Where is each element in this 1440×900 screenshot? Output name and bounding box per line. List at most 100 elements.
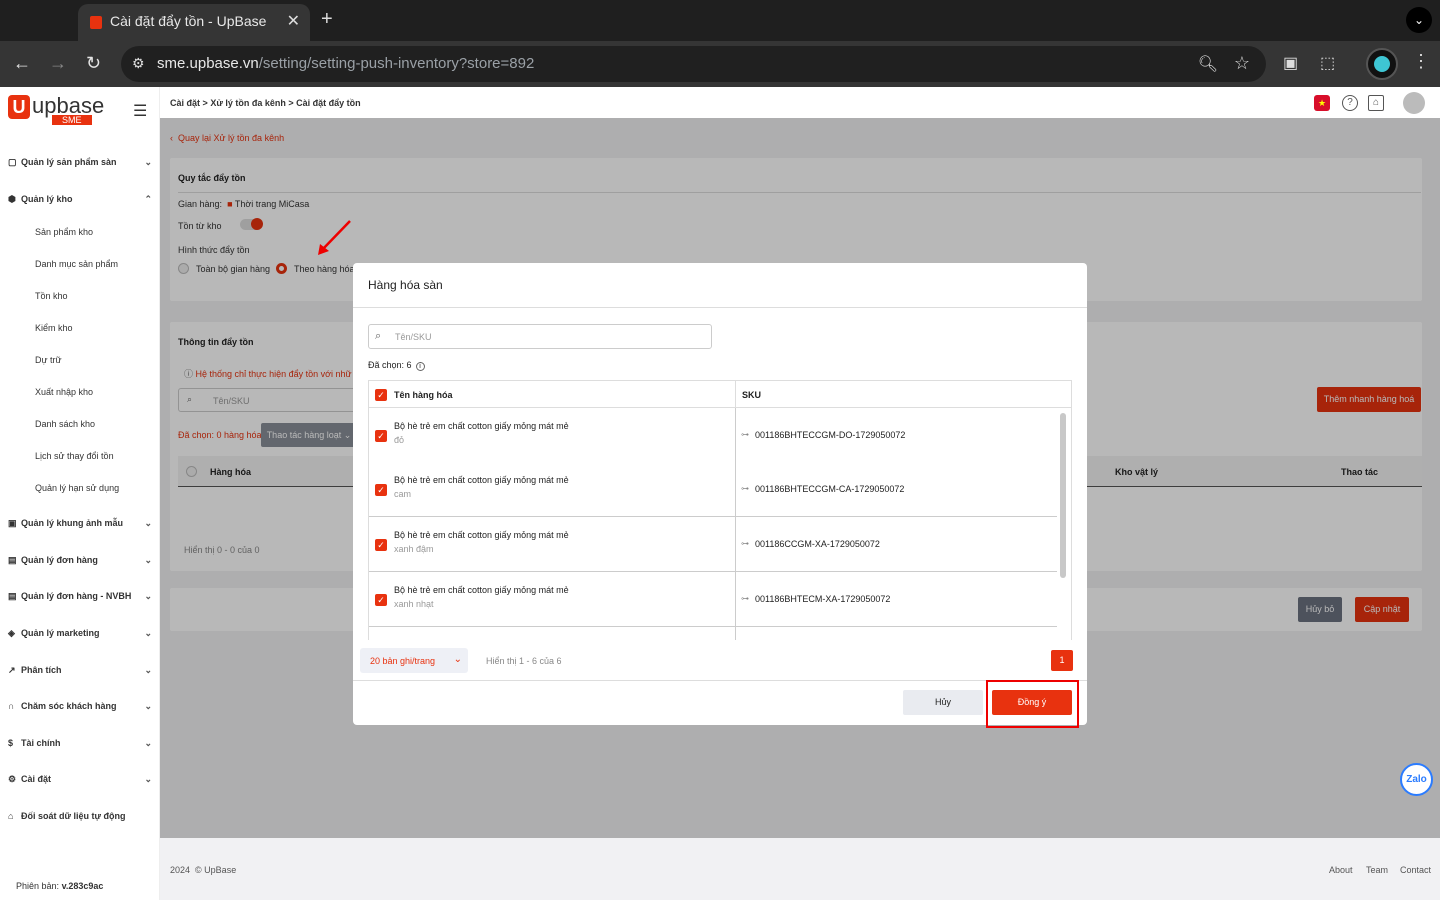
hamburger-menu-icon[interactable]: ☰ (133, 101, 147, 121)
link-icon: ⊶ (741, 539, 749, 548)
sidebar-item-label: Chăm sóc khách hàng (21, 701, 117, 711)
profile-avatar-icon[interactable] (1366, 48, 1398, 80)
sidebar-sub-item[interactable]: Xuất nhập kho (35, 387, 93, 397)
sidebar-sub-item[interactable]: Danh mục sản phẩm (35, 259, 118, 269)
row-checkbox[interactable]: ✓ (375, 430, 387, 442)
sidebar-sub-item[interactable]: Tồn kho (35, 291, 68, 301)
extensions-icon[interactable]: ⬚ (1320, 53, 1335, 73)
row-checkbox[interactable]: ✓ (375, 539, 387, 551)
sidebar-item-analytics[interactable]: ↗ Phân tích ⌄ (8, 665, 154, 676)
page-1-button[interactable]: 1 (1051, 650, 1073, 671)
chevron-down-icon: ⌄ (144, 665, 152, 675)
footer-link-team[interactable]: Team (1366, 865, 1388, 875)
row-checkbox[interactable]: ✓ (375, 484, 387, 496)
breadcrumb-sep: > (288, 98, 294, 108)
top-bar: Cài đặt > Xử lý tồn đa kênh > Cài đặt đẩ… (160, 87, 1440, 118)
sidebar-sub-item[interactable]: Danh sách kho (35, 419, 95, 429)
breadcrumb-item[interactable]: Xử lý tồn đa kênh (210, 98, 286, 108)
sidebar-sub-item[interactable]: Dự trữ (35, 355, 62, 365)
modal-selected-count: Đã chọn: 6i (368, 360, 425, 371)
footer-link-contact[interactable]: Contact (1400, 865, 1431, 875)
back-icon[interactable]: ← (13, 53, 31, 74)
modal-footer-divider (353, 680, 1087, 681)
sidebar-item-channel-products[interactable]: ▢ Quản lý sản phẩm sàn ⌄ (8, 157, 154, 168)
modal-search-input[interactable]: ⌕ Tên/SKU (368, 324, 712, 349)
new-tab-icon[interactable]: + (321, 8, 333, 31)
sidebar-item-customer-care[interactable]: ∩ Chăm sóc khách hàng ⌄ (8, 701, 154, 711)
breadcrumb-item[interactable]: Cài đặt (170, 98, 200, 108)
headset-icon: ∩ (8, 701, 15, 711)
table-row[interactable]: ✓ Bộ hè trẻ em chất cotton giấy mỏng mát… (369, 572, 1057, 627)
row-variant: cam (394, 489, 412, 499)
sidebar-item-warehouse[interactable]: ⬢ Quản lý kho ⌃ (8, 194, 154, 205)
sidebar-sub-item[interactable]: Lịch sử thay đổi tồn (35, 451, 114, 461)
address-bar[interactable]: ⚙ sme.upbase.vn/setting/setting-push-inv… (121, 46, 1266, 82)
browser-tab[interactable]: Cài đặt đẩy tồn - UpBase ✕ (78, 4, 310, 41)
sidebar-item-frame-templates[interactable]: ▣ Quản lý khung ảnh mẫu ⌄ (8, 518, 154, 529)
sidebar-item-settings[interactable]: ⚙ Cài đặt ⌄ (8, 774, 154, 785)
warehouse-icon: ⬢ (8, 194, 16, 204)
chevron-down-icon: ⌄ (144, 555, 152, 565)
sidebar-sub-item[interactable]: Sản phẩm kho (35, 227, 93, 237)
modal-selected-text: Đã chọn: 6 (368, 360, 412, 370)
col-sku: SKU (742, 390, 762, 400)
image-frame-icon: ▣ (8, 518, 17, 528)
row-name: Bộ hè trẻ em chất cotton giấy mỏng mát m… (394, 475, 569, 485)
sidebar-item-finance[interactable]: $ Tài chính ⌄ (8, 738, 154, 748)
sidebar-sub-item[interactable]: Quản lý hạn sử dụng (35, 483, 119, 493)
tab-search-chevron-icon[interactable]: ⌄ (1406, 7, 1432, 33)
store-icon[interactable]: ⌂ (1368, 95, 1384, 111)
table-row-partial[interactable] (369, 627, 1057, 640)
site-settings-icon[interactable]: ⚙ (132, 55, 150, 73)
table-row[interactable]: ✓ Bộ hè trẻ em chất cotton giấy mỏng mát… (369, 517, 1057, 572)
chevron-up-icon: ⌃ (144, 194, 152, 204)
modal-table-header: ✓ Tên hàng hóa SKU (368, 380, 1072, 409)
row-sku: 001186BHTECCGM-CA-1729050072 (755, 484, 905, 494)
sidebar-item-orders[interactable]: ▤ Quản lý đơn hàng ⌄ (8, 555, 154, 566)
reload-icon[interactable]: ↻ (86, 53, 101, 74)
table-scrollbar[interactable] (1060, 413, 1066, 578)
modal-search-placeholder: Tên/SKU (395, 332, 432, 342)
url-host: sme.upbase.vn (157, 55, 259, 72)
version-info: Phiên bản: v.283c9ac (16, 881, 103, 891)
row-name: Bộ hè trẻ em chất cotton giấy mỏng mát m… (394, 530, 569, 540)
browser-menu-icon[interactable]: ⋮ (1412, 51, 1430, 72)
zoom-icon[interactable]: 🔍︎ (1198, 54, 1218, 74)
tab-close-icon[interactable]: ✕ (287, 11, 300, 31)
sidebar-item-label: Quản lý đơn hàng (21, 555, 98, 565)
row-name: Bộ hè trẻ em chất cotton giấy mỏng mát m… (394, 421, 569, 431)
zalo-chat-button[interactable]: Zalo (1400, 763, 1433, 796)
sidebar-item-label: Tài chính (21, 738, 61, 748)
footer-link-about[interactable]: About (1329, 865, 1353, 875)
sidebar-item-marketing[interactable]: ◈ Quản lý marketing ⌄ (8, 628, 154, 639)
user-avatar[interactable] (1403, 92, 1425, 114)
annotation-arrow-icon (318, 220, 351, 255)
table-row[interactable]: ✓ Bộ hè trẻ em chất cotton giấy mỏng mát… (369, 408, 1057, 463)
browser-tabstrip: Cài đặt đẩy tồn - UpBase ✕ + ⌄ (0, 0, 1440, 41)
row-sku: 001186CCGM-XA-1729050072 (755, 539, 880, 549)
table-row[interactable]: ✓ Bộ hè trẻ em chất cotton giấy mỏng mát… (369, 462, 1057, 517)
chart-icon: ↗ (8, 665, 16, 675)
sidebar-item-reconciliation[interactable]: ⌂ Đối soát dữ liệu tự động (8, 811, 154, 821)
modal-table-body[interactable]: ✓ Bộ hè trẻ em chất cotton giấy mỏng mát… (368, 408, 1072, 640)
help-icon[interactable]: ? (1342, 95, 1358, 111)
breadcrumb-sep: > (202, 98, 208, 108)
chevron-down-icon: ⌄ (144, 738, 152, 748)
bookmark-star-icon[interactable]: ☆ (1234, 53, 1250, 74)
url-text[interactable]: sme.upbase.vn/setting/setting-push-inven… (157, 55, 534, 72)
sidebar-item-orders-nvbh[interactable]: ▤ Quản lý đơn hàng - NVBH ⌄ (8, 591, 154, 602)
forward-icon[interactable]: → (49, 53, 67, 74)
link-icon: ⊶ (741, 430, 749, 439)
upbase-logo[interactable]: Uupbase SME (8, 95, 104, 125)
select-all-checkbox[interactable]: ✓ (375, 389, 387, 401)
sidebar-sub-item[interactable]: Kiểm kho (35, 323, 73, 333)
translate-icon[interactable]: ▣ (1283, 53, 1298, 73)
copyright-year: 2024 (170, 865, 191, 875)
per-page-select[interactable]: 20 bản ghi/trang ⌄ (360, 648, 468, 673)
browser-toolbar: ← → ↻ ⚙ sme.upbase.vn/setting/setting-pu… (0, 41, 1440, 87)
row-checkbox[interactable]: ✓ (375, 594, 387, 606)
modal-cancel-button[interactable]: Hủy (903, 690, 983, 715)
info-icon[interactable]: i (415, 362, 425, 371)
vietnam-flag-icon[interactable]: ★ (1314, 95, 1330, 111)
row-divider (735, 517, 736, 572)
